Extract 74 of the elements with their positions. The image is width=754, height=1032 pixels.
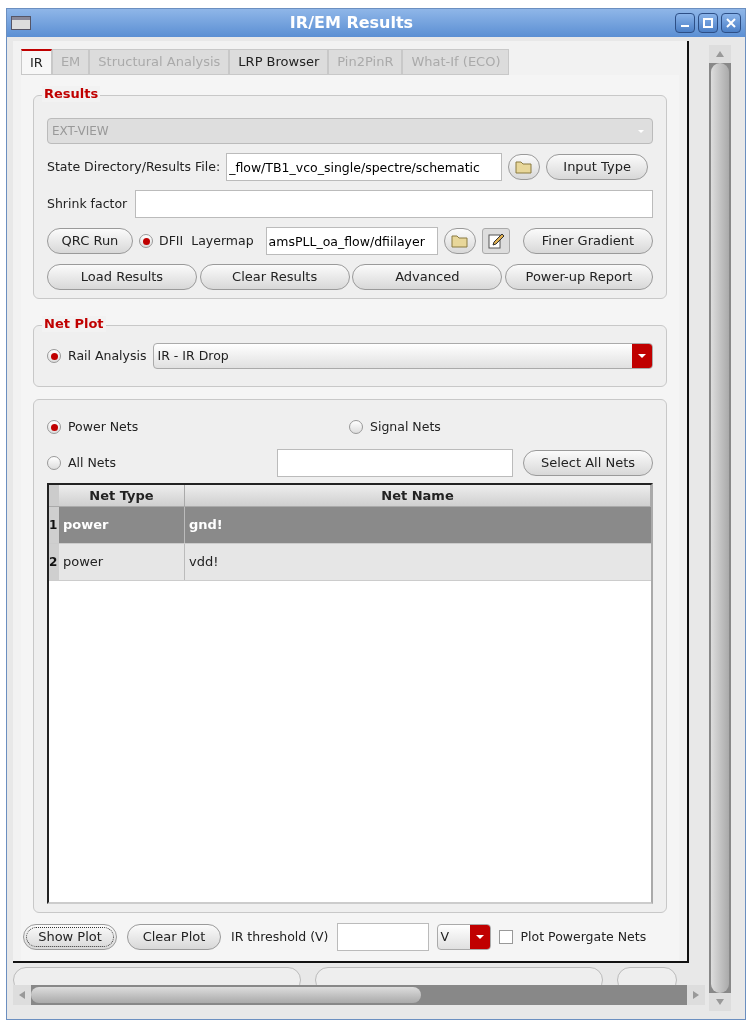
- minimize-icon: [681, 25, 689, 27]
- maximize-icon: [702, 17, 714, 29]
- select-all-nets-button[interactable]: Select All Nets: [523, 450, 653, 476]
- minimize-button[interactable]: [675, 13, 695, 33]
- radio-button[interactable]: [349, 420, 363, 434]
- checkbox-label: Plot Powergate Nets: [520, 927, 647, 946]
- folder-button[interactable]: [443, 228, 476, 254]
- unit-dropdown[interactable]: V: [436, 924, 491, 950]
- close-button[interactable]: [721, 13, 741, 33]
- table-row[interactable]: 1 power gnd!: [49, 507, 651, 544]
- field-label: IR threshold (V): [231, 927, 329, 946]
- radio-button[interactable]: [47, 349, 61, 363]
- tab[interactable]: LRP Browser: [229, 49, 329, 75]
- folder-icon: [450, 234, 469, 248]
- search-field[interactable]: [277, 449, 513, 477]
- scroll-right-button[interactable]: [687, 985, 705, 1005]
- scrollbar-thumb[interactable]: [711, 63, 729, 993]
- folder-button[interactable]: [508, 154, 541, 180]
- action-button[interactable]: Power-up Report: [504, 264, 653, 290]
- radio-label: Power Nets: [68, 417, 139, 436]
- maximize-button[interactable]: [698, 13, 718, 33]
- left-arrow-icon: [19, 991, 25, 999]
- input-field[interactable]: [135, 190, 653, 218]
- checkbox[interactable]: [498, 930, 513, 944]
- scroll-up-button[interactable]: [709, 45, 731, 63]
- horizontal-scrollbar[interactable]: [13, 985, 705, 1005]
- column-header[interactable]: Net Name: [185, 485, 651, 506]
- up-arrow-icon: [716, 51, 724, 57]
- vertical-scrollbar[interactable]: [709, 45, 731, 1011]
- right-arrow-icon: [693, 991, 699, 999]
- scrollbar-thumb[interactable]: [31, 987, 421, 1003]
- radio-button[interactable]: [47, 456, 61, 470]
- table-cell: power: [59, 544, 185, 580]
- edit-button[interactable]: [481, 228, 510, 254]
- header-corner: [49, 485, 59, 506]
- field-label: Layermap: [191, 231, 254, 250]
- folder-icon: [515, 160, 534, 174]
- radio-button[interactable]: [139, 234, 153, 248]
- rail-analysis-dropdown[interactable]: IR - IR Drop: [152, 343, 653, 369]
- table-cell-text: vdd!: [188, 553, 220, 572]
- qrc-run-button[interactable]: QRC Run: [47, 228, 133, 254]
- input-field[interactable]: [336, 923, 429, 951]
- clear-plot-button[interactable]: Clear Plot: [127, 924, 221, 950]
- radio-label: Rail Analysis: [68, 346, 147, 365]
- scroll-left-button[interactable]: [13, 985, 31, 1005]
- column-header[interactable]: Net Type: [59, 485, 185, 506]
- finer-gradient-button[interactable]: Finer Gradient: [523, 228, 653, 254]
- table-cell: power: [59, 507, 185, 543]
- radio-label: All Nets: [68, 453, 116, 472]
- action-button[interactable]: Clear Results: [199, 264, 350, 290]
- input-type-button[interactable]: Input Type: [546, 154, 649, 180]
- dropdown-arrow-icon: [637, 353, 647, 359]
- pencil-icon: [486, 232, 505, 250]
- window-menu-icon[interactable]: [11, 16, 31, 30]
- action-button[interactable]: Advanced: [352, 264, 503, 290]
- radio-button[interactable]: [47, 420, 61, 434]
- scroll-down-button[interactable]: [709, 993, 731, 1011]
- show-plot-button[interactable]: Show Plot: [23, 924, 117, 950]
- down-arrow-icon: [716, 999, 724, 1005]
- field-label: State Directory/Results File:: [47, 157, 221, 176]
- radio-label: DFII: [159, 231, 184, 250]
- window-title: IR/EM Results: [288, 12, 415, 34]
- radio-label: Signal Nets: [370, 417, 441, 436]
- dropdown-arrow-icon: [474, 934, 485, 940]
- input-field[interactable]: _flow/TB1_vco_single/spectre/schematic: [226, 153, 503, 181]
- table-row[interactable]: 2 power vdd!: [49, 544, 651, 581]
- tab[interactable]: IR: [21, 49, 52, 75]
- field-label: Shrink factor: [47, 194, 128, 213]
- action-button[interactable]: Load Results: [47, 264, 197, 290]
- row-number: 2: [49, 544, 59, 580]
- input-field[interactable]: amsPLL_oa_flow/dfiilayer: [265, 227, 438, 255]
- row-number: 1: [49, 507, 59, 543]
- table-cell-text: gnd!: [188, 516, 224, 535]
- close-icon: [725, 17, 737, 29]
